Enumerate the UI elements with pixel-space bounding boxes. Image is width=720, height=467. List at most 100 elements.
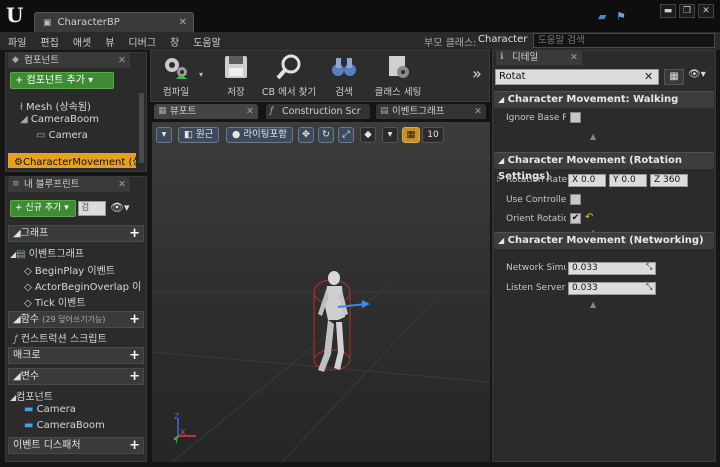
tab-details[interactable]: ℹ 디테일 ✕ bbox=[496, 50, 582, 65]
section-walking[interactable]: ◢ Character Movement: Walking bbox=[494, 91, 714, 108]
find-in-cb-button[interactable]: CB 에서 찾기 bbox=[258, 52, 320, 98]
surface-snap-icon[interactable]: ▾ bbox=[382, 127, 398, 143]
expand-arrow-icon[interactable]: ▷ bbox=[497, 174, 503, 183]
grid-snap-value[interactable]: 10 bbox=[422, 127, 444, 143]
tree-item-cameraboom[interactable]: ◢ CameraBoom bbox=[20, 114, 99, 125]
magnifier-browse-icon bbox=[276, 54, 301, 80]
tree-item-mesh[interactable]: ł Mesh (상속됨) bbox=[20, 98, 91, 113]
components-variable-group[interactable]: ◢컴포넌트 bbox=[10, 388, 53, 403]
property-matrix-icon[interactable]: ▦ bbox=[664, 69, 684, 85]
event-item[interactable]: ◇ Tick 이벤트 bbox=[24, 294, 86, 309]
add-macro-plus-icon[interactable]: + bbox=[129, 348, 140, 363]
add-new-button[interactable]: + 신규 추가 ▾ bbox=[10, 200, 76, 217]
menu-help[interactable]: 도움말 bbox=[193, 34, 221, 49]
event-dispatchers-section-header[interactable]: 이벤트 디스패처 + bbox=[8, 437, 144, 454]
menu-view[interactable]: 뷰 bbox=[105, 34, 114, 49]
close-tab-icon[interactable]: ✕ bbox=[474, 104, 482, 119]
rotate-tool-icon[interactable]: ↻ bbox=[318, 127, 334, 143]
listen-server-field[interactable]: 0.033 bbox=[568, 282, 656, 295]
source-control-icon[interactable]: ⚑ bbox=[616, 10, 626, 23]
event-diamond-icon: ◇ bbox=[24, 298, 35, 309]
lit-mode-button[interactable]: ● 라이팅포함 bbox=[226, 127, 294, 143]
notification-icon[interactable]: ▰ bbox=[598, 10, 606, 23]
scrollbar[interactable] bbox=[139, 93, 144, 163]
variable-item[interactable]: ▬ Camera bbox=[24, 404, 76, 415]
close-tab-icon[interactable]: ✕ bbox=[570, 50, 578, 65]
tab-my-blueprint[interactable]: ≡ 내 블루프린트 ✕ bbox=[8, 177, 130, 192]
close-tab-icon[interactable]: ✕ bbox=[246, 104, 254, 119]
functions-section-header[interactable]: ◢함수 (29 덮어쓰기가능) + bbox=[8, 311, 144, 328]
close-tab-icon[interactable]: ✕ bbox=[118, 177, 126, 192]
variable-item[interactable]: ▬ CameraBoom bbox=[24, 420, 105, 431]
details-search-input[interactable]: Rotat bbox=[495, 69, 659, 85]
character-mannequin[interactable] bbox=[300, 262, 380, 392]
compile-button[interactable]: 컴파일 bbox=[154, 52, 198, 98]
menu-asset[interactable]: 애셋 bbox=[73, 34, 91, 49]
x-axis-label: X bbox=[572, 175, 579, 185]
event-item[interactable]: ◇ ActorBeginOverlap 이 bbox=[24, 278, 141, 293]
menu-debug[interactable]: 디버그 bbox=[128, 34, 156, 49]
orient-rotation-checkbox[interactable]: ✔ bbox=[570, 213, 581, 224]
graphs-section-header[interactable]: ◢그래프 + bbox=[8, 225, 144, 242]
tab-construction-script[interactable]: ƒ Construction Scr bbox=[266, 104, 370, 119]
scale-tool-icon[interactable]: ⤢ bbox=[338, 127, 354, 143]
collapse-advanced-icon[interactable]: ▲ bbox=[590, 132, 596, 141]
menu-window[interactable]: 창 bbox=[170, 34, 179, 49]
section-networking[interactable]: ◢ Character Movement (Networking) bbox=[494, 232, 714, 249]
grid-snap-toggle-icon[interactable]: ▦ bbox=[402, 127, 420, 143]
rotation-rate-y-field[interactable]: Y 0.0 bbox=[609, 174, 647, 187]
add-component-button[interactable]: + 컴포넌트 추가 ▾ bbox=[10, 72, 114, 89]
world-local-toggle-icon[interactable]: ◆ bbox=[360, 127, 376, 143]
add-dispatcher-plus-icon[interactable]: + bbox=[129, 438, 140, 453]
class-settings-button[interactable]: 클래스 세팅 bbox=[370, 52, 426, 98]
perspective-button[interactable]: ◧ 원근 bbox=[178, 127, 220, 143]
parent-class-value[interactable]: Character bbox=[478, 34, 527, 45]
close-tab-icon[interactable]: ✕ bbox=[118, 53, 126, 68]
reset-to-default-icon[interactable]: ↶ bbox=[585, 212, 593, 223]
function-icon: ƒ bbox=[14, 334, 21, 345]
event-item[interactable]: ◇ BeginPlay 이벤트 bbox=[24, 262, 115, 277]
save-button[interactable]: 저장 bbox=[218, 52, 254, 98]
ignore-base-rotation-checkbox[interactable] bbox=[570, 112, 581, 123]
translate-tool-icon[interactable]: ✥ bbox=[298, 127, 314, 143]
use-controller-rotation-checkbox[interactable] bbox=[570, 194, 581, 205]
tree-item-camera[interactable]: ▭ Camera bbox=[36, 130, 88, 141]
add-variable-plus-icon[interactable]: + bbox=[129, 369, 140, 384]
tab-components[interactable]: ◆ 컴포넌트 ✕ bbox=[8, 53, 130, 68]
section-rotation-settings[interactable]: ◢ Character Movement (Rotation Settings) bbox=[494, 152, 714, 182]
view-options-eye-icon[interactable]: 👁▾ bbox=[110, 201, 130, 214]
document-tab[interactable]: ▣ CharacterBP ✕ bbox=[34, 12, 194, 32]
macros-section-header[interactable]: 매크로 + bbox=[8, 347, 144, 364]
view-options-eye-icon[interactable]: 👁▾ bbox=[688, 69, 706, 80]
listen-server-label: Listen Server bbox=[506, 283, 566, 293]
construction-script-item[interactable]: ƒ 컨스트럭션 스크립트 bbox=[14, 330, 107, 345]
menu-edit[interactable]: 편집 bbox=[40, 34, 58, 49]
spin-arrows-icon[interactable]: ⤡ bbox=[646, 262, 652, 272]
menu-file[interactable]: 파일 bbox=[8, 34, 26, 49]
variables-section-header[interactable]: ◢변수 + bbox=[8, 368, 144, 385]
tab-event-graph[interactable]: ▤ 이벤트그래프 ✕ bbox=[376, 104, 486, 119]
search-button[interactable]: 검색 bbox=[326, 52, 362, 98]
add-function-plus-icon[interactable]: + bbox=[129, 312, 140, 327]
clear-search-icon[interactable]: ✕ bbox=[644, 69, 653, 85]
add-graph-plus-icon[interactable]: + bbox=[129, 226, 140, 241]
rotation-rate-z-field[interactable]: Z 360 bbox=[650, 174, 688, 187]
viewport[interactable]: ▾ ◧ 원근 ● 라이팅포함 ✥ ↻ ⤢ ◆ ▾ ▦ 10 X Y Z bbox=[152, 122, 490, 462]
help-search-input[interactable]: 도움말 검색 bbox=[533, 33, 715, 48]
tab-viewport[interactable]: ▦ 뷰포트 ✕ bbox=[154, 104, 258, 119]
close-tab-icon[interactable]: ✕ bbox=[179, 17, 187, 28]
network-simulated-field[interactable]: 0.033 bbox=[568, 262, 656, 275]
viewport-options-dropdown[interactable]: ▾ bbox=[156, 127, 172, 143]
blueprint-search-input[interactable]: 검 bbox=[78, 201, 106, 216]
minimize-button[interactable]: ▬ bbox=[660, 4, 676, 18]
collapse-advanced-icon[interactable]: ▲ bbox=[590, 300, 596, 309]
toolbar-more-button[interactable]: » bbox=[472, 64, 482, 83]
compile-options-dropdown-icon[interactable]: ▾ bbox=[199, 70, 203, 79]
restore-button[interactable]: ❐ bbox=[679, 4, 695, 18]
event-graph-item[interactable]: ◢▤ 이벤트그래프 bbox=[10, 245, 84, 260]
collapse-arrow-icon: ◢ bbox=[13, 371, 21, 382]
spin-arrows-icon[interactable]: ⤡ bbox=[646, 282, 652, 292]
rotation-rate-x-field[interactable]: X 0.0 bbox=[568, 174, 606, 187]
close-window-button[interactable]: ✕ bbox=[698, 4, 714, 18]
tree-item-charactermovement[interactable]: ⚙CharacterMovement (상 bbox=[8, 153, 136, 168]
